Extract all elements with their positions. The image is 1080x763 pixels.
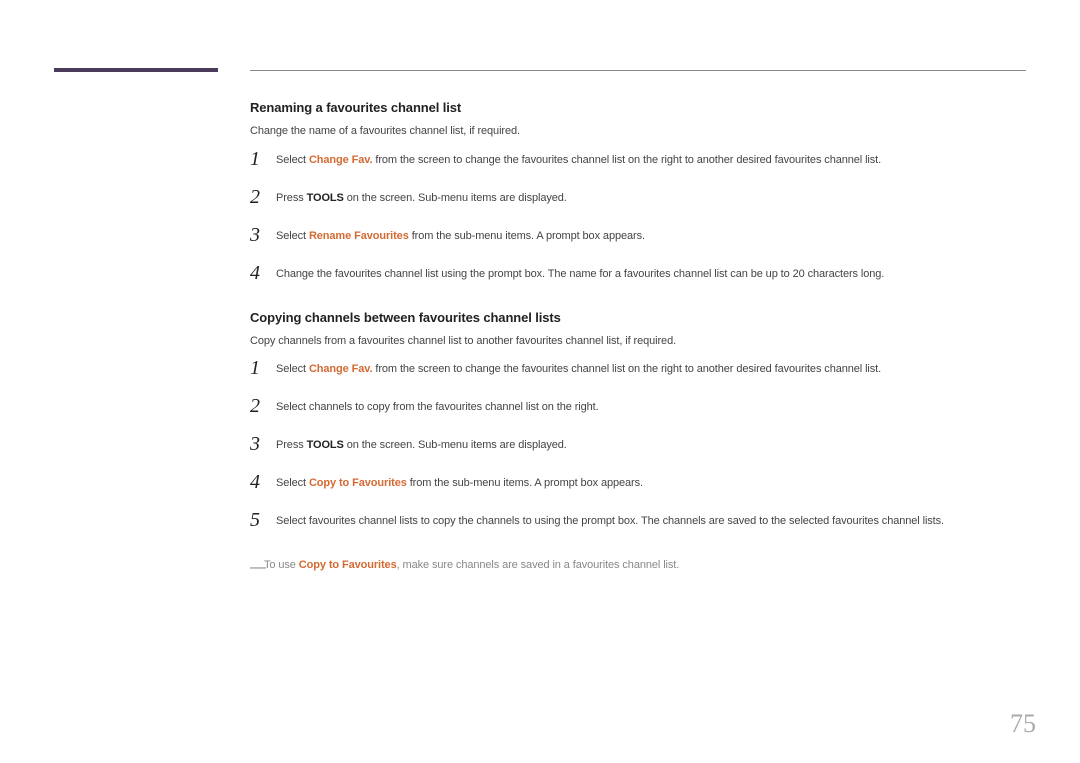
highlight: Change Fav. xyxy=(309,363,373,375)
page-content: Renaming a favourites channel list Chang… xyxy=(250,100,1026,575)
steps-copy: 1 Select Change Fav. from the screen to … xyxy=(250,361,1026,533)
highlight: Copy to Favourites xyxy=(309,477,407,489)
step-item: 4 Change the favourites channel list usi… xyxy=(250,266,1026,286)
step-text: Select Change Fav. from the screen to ch… xyxy=(276,152,1026,169)
step-text: Select channels to copy from the favouri… xyxy=(276,399,1026,416)
dash-icon: ― xyxy=(250,555,266,581)
page-number: 75 xyxy=(1010,709,1036,739)
section-intro-rename: Change the name of a favourites channel … xyxy=(250,123,1026,140)
highlight: Change Fav. xyxy=(309,154,373,166)
step-item: 1 Select Change Fav. from the screen to … xyxy=(250,361,1026,381)
section-heading-rename: Renaming a favourites channel list xyxy=(250,100,1026,115)
step-item: 3 Select Rename Favourites from the sub-… xyxy=(250,228,1026,248)
step-item: 5 Select favourites channel lists to cop… xyxy=(250,513,1026,533)
step-text: Press TOOLS on the screen. Sub-menu item… xyxy=(276,437,1026,454)
step-number: 1 xyxy=(250,149,276,169)
step-text: Select Change Fav. from the screen to ch… xyxy=(276,361,1026,378)
section-intro-copy: Copy channels from a favourites channel … xyxy=(250,333,1026,350)
step-number: 2 xyxy=(250,187,276,207)
step-item: 1 Select Change Fav. from the screen to … xyxy=(250,152,1026,172)
step-number: 3 xyxy=(250,225,276,245)
step-number: 5 xyxy=(250,510,276,530)
highlight: TOOLS xyxy=(307,439,344,451)
step-text: Select favourites channel lists to copy … xyxy=(276,513,1026,530)
step-text: Press TOOLS on the screen. Sub-menu item… xyxy=(276,190,1026,207)
step-item: 4 Select Copy to Favourites from the sub… xyxy=(250,475,1026,495)
horizontal-rule xyxy=(250,70,1026,71)
highlight: TOOLS xyxy=(307,192,344,204)
step-number: 1 xyxy=(250,358,276,378)
highlight: Rename Favourites xyxy=(309,230,409,242)
step-item: 3 Press TOOLS on the screen. Sub-menu it… xyxy=(250,437,1026,457)
step-item: 2 Press TOOLS on the screen. Sub-menu it… xyxy=(250,190,1026,210)
section-heading-copy: Copying channels between favourites chan… xyxy=(250,310,1026,325)
step-number: 4 xyxy=(250,263,276,283)
step-text: Change the favourites channel list using… xyxy=(276,266,1026,283)
step-number: 4 xyxy=(250,472,276,492)
step-number: 3 xyxy=(250,434,276,454)
step-text: Select Copy to Favourites from the sub-m… xyxy=(276,475,1026,492)
step-item: 2 Select channels to copy from the favou… xyxy=(250,399,1026,419)
footnote: ― To use Copy to Favourites, make sure c… xyxy=(250,557,1026,575)
step-number: 2 xyxy=(250,396,276,416)
accent-bar xyxy=(54,68,218,72)
highlight: Copy to Favourites xyxy=(299,559,397,571)
step-text: Select Rename Favourites from the sub-me… xyxy=(276,228,1026,245)
steps-rename: 1 Select Change Fav. from the screen to … xyxy=(250,152,1026,286)
